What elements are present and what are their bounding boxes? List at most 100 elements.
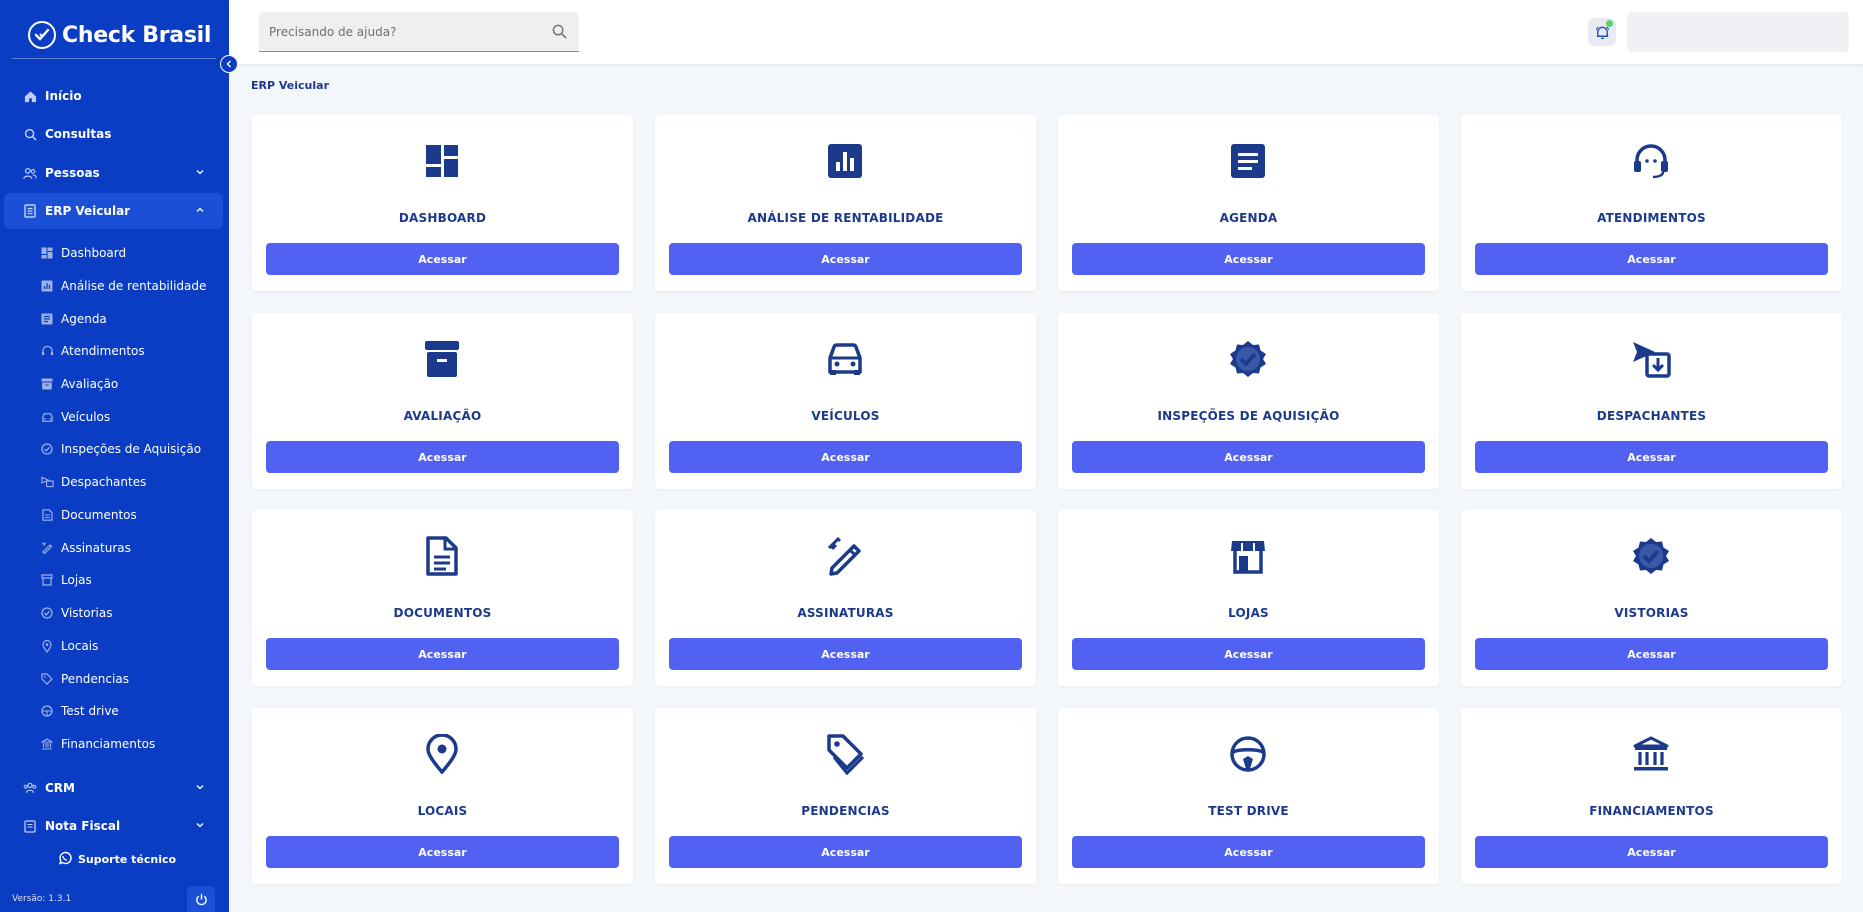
chevron-down-icon [196,823,204,828]
module-title: DASHBOARD [398,211,487,225]
sidebar-subitem-agenda[interactable]: Agenda [40,307,220,331]
home-icon [23,89,37,103]
sidebar-item-crm[interactable]: CRM [4,770,223,806]
access-button[interactable]: Acessar [669,243,1022,275]
notification-dot [1606,20,1613,27]
access-button[interactable]: Acessar [669,836,1022,868]
access-button[interactable]: Acessar [1072,243,1425,275]
sidebar-item-label: CRM [45,781,75,795]
sidebar-subitem-atendimentos[interactable]: Atendimentos [40,339,220,363]
sidebar-subitem-analise[interactable]: Análise de rentabilidade [40,274,220,298]
chevron-down-icon [196,170,204,175]
access-button[interactable]: Acessar [266,836,619,868]
sidebar-item-label: Início [45,89,82,103]
module-card-atendimentos: ATENDIMENTOS Acessar [1461,115,1842,291]
module-card-lojas: LOJAS Acessar [1058,510,1439,686]
sidebar-subitem-test-drive[interactable]: Test drive [40,699,220,723]
access-button[interactable]: Acessar [266,243,619,275]
dispatch-icon [1631,339,1671,379]
sidebar-item-inicio[interactable]: Início [4,78,223,114]
steering-wheel-icon [40,704,54,718]
sidebar-subitem-inspecoes[interactable]: Inspeções de Aquisição [40,437,220,461]
sidebar-subitem-despachantes[interactable]: Despachantes [40,470,220,494]
access-button[interactable]: Acessar [1072,441,1425,473]
store-icon [1228,536,1268,576]
steering-wheel-icon [1228,734,1268,774]
module-card-vistorias: VISTORIAS Acessar [1461,510,1842,686]
access-button[interactable]: Acessar [1475,836,1828,868]
sidebar-subitem-label: Vistorias [61,606,113,620]
archive-icon [422,339,462,379]
module-title: TEST DRIVE [1208,804,1289,818]
brand-logo[interactable]: Check Brasil [28,20,211,50]
sidebar-subitem-assinaturas[interactable]: Assinaturas [40,536,220,560]
invoice-icon [23,819,37,833]
module-title: VEÍCULOS [811,409,880,423]
top-bar [229,0,1863,64]
sidebar-item-erp-veicular[interactable]: ERP Veicular [4,193,223,229]
access-button[interactable]: Acessar [1072,638,1425,670]
sidebar-subitem-label: Veículos [61,410,111,424]
module-card-despachantes: DESPACHANTES Acessar [1461,313,1842,489]
access-button[interactable]: Acessar [669,638,1022,670]
sidebar-subitem-dashboard[interactable]: Dashboard [40,241,220,265]
power-icon [195,893,207,905]
sidebar-subitem-financiamentos[interactable]: Financiamentos [40,732,220,756]
bar-chart-icon [40,279,54,293]
sidebar-subitem-label: Despachantes [61,475,147,489]
access-button[interactable]: Acessar [1475,638,1828,670]
sidebar-subitem-pendencias[interactable]: Pendencias [40,667,220,691]
sidebar-subitem-label: Documentos [61,508,137,522]
module-card-dashboard: DASHBOARD Acessar [252,115,633,291]
access-button[interactable]: Acessar [266,638,619,670]
module-title: DOCUMENTOS [393,606,492,620]
search-input[interactable] [269,24,539,39]
access-button[interactable]: Acessar [1475,441,1828,473]
brand-name: Check Brasil [62,22,212,48]
sidebar-subitem-label: Pendencias [61,672,129,686]
module-card-inspecoes-aquisicao: INSPEÇÕES DE AQUISIÇÃO Acessar [1058,313,1439,489]
module-card-agenda: AGENDA Acessar [1058,115,1439,291]
module-card-pendencias: PENDENCIAS Acessar [655,708,1036,884]
location-pin-icon [422,734,462,774]
headset-icon [1631,141,1671,181]
search-icon[interactable] [552,24,567,43]
support-label: Suporte técnico [78,853,177,866]
car-icon [40,410,54,424]
verified-badge-icon [1228,339,1268,379]
erp-icon [23,204,37,218]
sidebar-subitem-documentos[interactable]: Documentos [40,503,220,527]
sidebar-subitem-label: Dashboard [61,246,127,260]
access-button[interactable]: Acessar [266,441,619,473]
sidebar-subitem-avaliacao[interactable]: Avaliação [40,372,220,396]
access-button[interactable]: Acessar [1072,836,1425,868]
user-profile-menu[interactable] [1627,12,1849,52]
module-card-veiculos: VEÍCULOS Acessar [655,313,1036,489]
search-box[interactable] [259,12,579,52]
signature-icon [40,541,54,555]
module-title: LOCAIS [417,804,468,818]
check-logo-icon [28,21,56,49]
verified-badge-icon [40,442,54,456]
sidebar-item-nota-fiscal[interactable]: Nota Fiscal [4,808,223,844]
notifications-button[interactable] [1588,18,1616,46]
collapse-sidebar-button[interactable] [220,55,238,73]
document-icon [40,508,54,522]
sidebar-subitem-lojas[interactable]: Lojas [40,568,220,592]
sidebar-item-consultas[interactable]: Consultas [4,116,223,152]
store-icon [40,573,54,587]
sidebar-subitem-label: Inspeções de Aquisição [61,442,202,456]
module-title: ATENDIMENTOS [1597,211,1706,225]
access-button[interactable]: Acessar [669,441,1022,473]
support-link[interactable]: Suporte técnico [58,851,176,868]
sidebar-subitem-label: Financiamentos [61,737,156,751]
logout-button[interactable] [187,886,215,912]
sidebar-subitem-vistorias[interactable]: Vistorias [40,601,220,625]
module-card-test-drive: TEST DRIVE Acessar [1058,708,1439,884]
sidebar-subitem-label: Test drive [61,704,119,718]
sidebar-subitem-locais[interactable]: Locais [40,634,220,658]
access-button[interactable]: Acessar [1475,243,1828,275]
sidebar-subitem-veiculos[interactable]: Veículos [40,405,220,429]
whatsapp-icon [58,851,72,868]
sidebar-item-pessoas[interactable]: Pessoas [4,155,223,191]
